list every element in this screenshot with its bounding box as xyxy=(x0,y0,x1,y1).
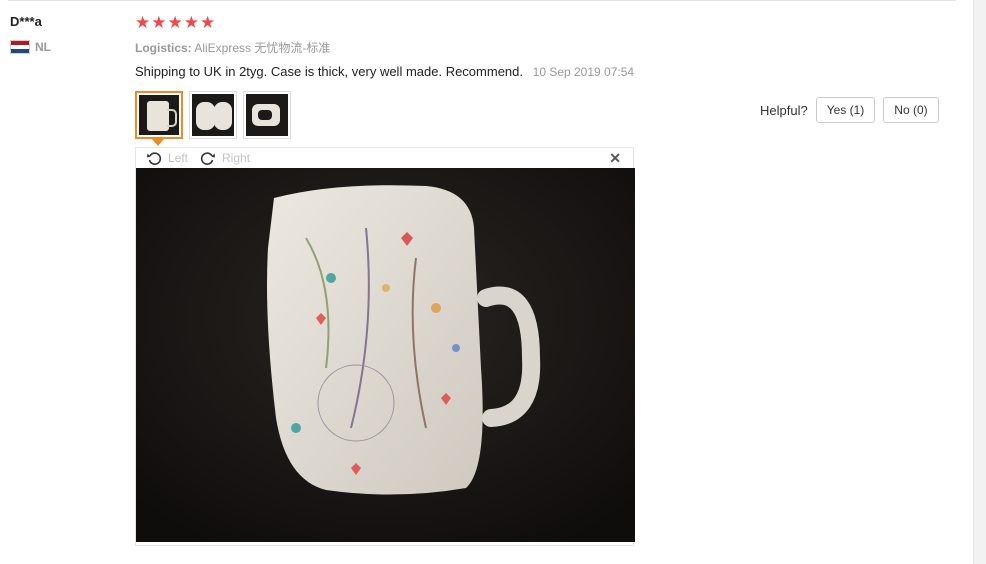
star-icon: ★ xyxy=(167,13,183,32)
logistics-label: Logistics: xyxy=(135,41,192,55)
star-icon: ★ xyxy=(151,13,167,32)
star-icon: ★ xyxy=(183,13,199,32)
review-thumbnails xyxy=(135,91,291,146)
helpful-yes-button[interactable]: Yes (1) xyxy=(815,97,876,123)
star-icon: ★ xyxy=(200,13,216,32)
rotate-right-icon xyxy=(200,152,216,165)
review-photo xyxy=(136,168,635,542)
helpful-label: Helpful? xyxy=(760,102,808,118)
review-text: Shipping to UK in 2tyg. Case is thick, v… xyxy=(135,64,524,79)
flag-nl-icon xyxy=(10,40,30,54)
reviewer-name: D***a xyxy=(10,14,42,29)
top-divider xyxy=(8,0,956,1)
review-thumbnail-3[interactable] xyxy=(243,91,291,139)
review-text-row: Shipping to UK in 2tyg. Case is thick, v… xyxy=(135,64,634,79)
scrollbar-track[interactable] xyxy=(973,0,986,564)
rotate-right-label: Right xyxy=(222,151,251,165)
star-icon: ★ xyxy=(135,13,151,32)
photo-bag-illustration xyxy=(136,168,635,542)
logistics-info: Logistics: AliExpress 无忧物流-标准 xyxy=(135,39,330,56)
country-code: NL xyxy=(35,40,51,54)
rating-stars: ★ ★ ★ ★ ★ xyxy=(135,13,215,33)
review-thumbnail-1[interactable] xyxy=(135,91,183,146)
helpful-votes: Helpful? Yes (1) No (0) xyxy=(760,97,939,123)
helpful-no-button[interactable]: No (0) xyxy=(883,97,939,123)
active-thumbnail-caret xyxy=(152,139,164,146)
rotate-left-label: Left xyxy=(168,151,189,165)
logistics-value: AliExpress 无忧物流-标准 xyxy=(194,41,331,55)
review-date: 10 Sep 2019 07:54 xyxy=(532,65,635,79)
image-viewer-toolbar: Left Right ✕ xyxy=(136,148,633,168)
close-icon[interactable]: ✕ xyxy=(609,150,621,167)
rotate-left-button[interactable]: Left xyxy=(146,150,188,166)
image-viewer: Left Right ✕ xyxy=(135,147,635,546)
rotate-right-button[interactable]: Right xyxy=(200,150,250,166)
reviewer-country: NL xyxy=(10,40,51,54)
rotate-left-icon xyxy=(147,152,162,165)
review-thumbnail-2[interactable] xyxy=(189,91,237,139)
